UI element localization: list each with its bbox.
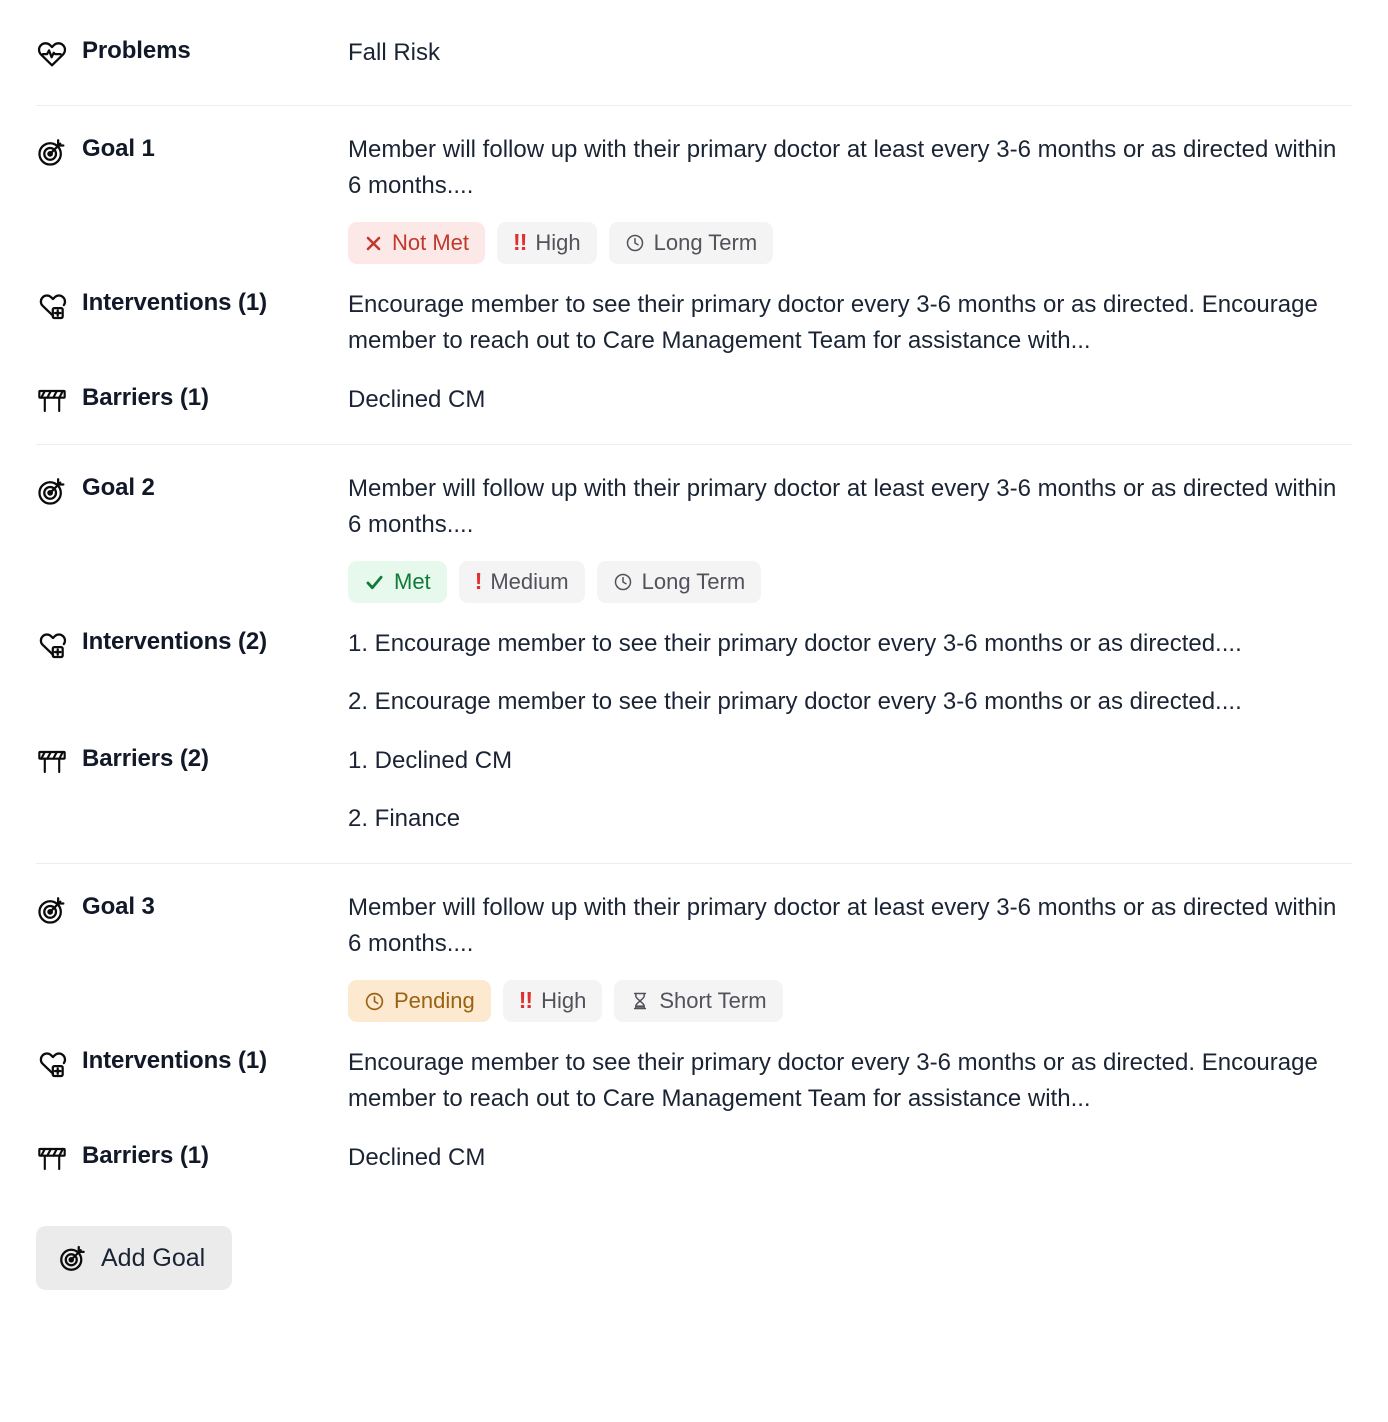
clock-icon <box>364 991 385 1012</box>
heart-pulse-icon <box>36 36 68 70</box>
goal-header-row: Goal 3 Member will follow up with their … <box>36 890 1352 1022</box>
barriers-label: Barriers (1) <box>82 384 209 411</box>
heart-plus-icon <box>36 627 68 661</box>
check-icon <box>364 572 385 593</box>
interventions-row: Interventions (2) 1. Encourage member to… <box>36 625 1352 720</box>
goal-label-group: Goal 3 <box>36 890 348 926</box>
barrier-item: 1. Declined CM <box>348 747 513 774</box>
priority-badge-label: High <box>541 988 587 1013</box>
term-badge-label: Long Term <box>653 230 758 255</box>
care-plan-panel: Problems Fall Risk Goal 1 Member will fo… <box>0 0 1388 1320</box>
barrier-item: Declined CM <box>348 1144 486 1171</box>
barriers-value: Declined CM <box>348 381 1342 418</box>
goal-badges: Pending !! High Short Term <box>348 980 1342 1022</box>
term-badge[interactable]: Long Term <box>596 561 762 603</box>
clock-icon <box>613 572 633 592</box>
barriers-label: Barriers (1) <box>82 1142 209 1169</box>
term-badge[interactable]: Long Term <box>608 222 774 264</box>
goal-label: Goal 1 <box>82 135 155 162</box>
status-badge-label: Not Met <box>392 230 470 255</box>
hourglass-icon <box>630 991 650 1011</box>
goal-label-group: Goal 2 <box>36 471 348 507</box>
barriers-label-group: Barriers (2) <box>36 742 348 778</box>
status-badge[interactable]: Met <box>348 561 447 603</box>
barriers-row: Barriers (1) Declined CM <box>36 1139 1352 1176</box>
intervention-item: Encourage member to see their primary do… <box>348 291 1318 354</box>
exclamation-icon: ! <box>474 567 483 594</box>
goal-header-row: Goal 1 Member will follow up with their … <box>36 132 1352 264</box>
priority-badge[interactable]: !! High <box>502 980 603 1022</box>
goal-label: Goal 2 <box>82 474 155 501</box>
status-badge-label: Met <box>394 569 431 594</box>
barriers-row: Barriers (2) 1. Declined CM 2. Finance <box>36 742 1352 837</box>
target-goal-icon <box>58 1243 88 1273</box>
target-goal-icon <box>36 134 68 168</box>
add-goal-label: Add Goal <box>101 1243 206 1272</box>
barricade-icon <box>36 744 68 778</box>
problems-label-group: Problems <box>36 34 348 70</box>
interventions-label: Interventions (2) <box>82 628 267 655</box>
barriers-label-group: Barriers (1) <box>36 381 348 417</box>
status-badge[interactable]: Not Met <box>348 222 486 264</box>
add-goal-button[interactable]: Add Goal <box>36 1226 233 1290</box>
goal-badges: Met ! Medium Long Term <box>348 561 1342 603</box>
goal-block: Goal 2 Member will follow up with their … <box>36 445 1352 863</box>
priority-badge[interactable]: ! Medium <box>458 561 585 603</box>
status-badge[interactable]: Pending <box>348 980 491 1022</box>
intervention-item: 1. Encourage member to see their primary… <box>348 630 1242 657</box>
heart-plus-icon <box>36 1046 68 1080</box>
interventions-row: Interventions (1) Encourage member to se… <box>36 1044 1352 1117</box>
goal-badges: Not Met !! High Long Term <box>348 222 1342 264</box>
x-icon <box>364 234 383 253</box>
term-badge-label: Long Term <box>641 569 746 594</box>
barriers-label: Barriers (2) <box>82 745 209 772</box>
double-exclamation-icon: !! <box>518 986 533 1013</box>
interventions-label-group: Interventions (2) <box>36 625 348 661</box>
interventions-value: Encourage member to see their primary do… <box>348 1044 1342 1117</box>
interventions-label-group: Interventions (1) <box>36 286 348 322</box>
goal-text: Member will follow up with their primary… <box>348 475 1337 538</box>
goal-text: Member will follow up with their primary… <box>348 136 1337 199</box>
problems-value: Fall Risk <box>348 39 441 66</box>
goal-header-row: Goal 2 Member will follow up with their … <box>36 471 1352 603</box>
term-badge-label: Short Term <box>659 988 767 1013</box>
priority-badge-label: High <box>535 230 581 255</box>
goal-block: Goal 1 Member will follow up with their … <box>36 106 1352 444</box>
barrier-item: 2. Finance <box>348 805 461 832</box>
interventions-label: Interventions (1) <box>82 289 267 316</box>
priority-badge-label: Medium <box>490 569 569 594</box>
barricade-icon <box>36 1141 68 1175</box>
clock-icon <box>625 233 645 253</box>
barricade-icon <box>36 383 68 417</box>
double-exclamation-icon: !! <box>513 228 527 255</box>
problems-label: Problems <box>82 37 191 64</box>
barrier-item: Declined CM <box>348 386 486 413</box>
goal-block: Goal 3 Member will follow up with their … <box>36 864 1352 1202</box>
problems-row: Problems Fall Risk <box>36 0 1352 105</box>
barriers-value: 1. Declined CM 2. Finance <box>348 742 1342 837</box>
intervention-item: Encourage member to see their primary do… <box>348 1049 1318 1112</box>
goal-label-group: Goal 1 <box>36 132 348 168</box>
target-goal-icon <box>36 473 68 507</box>
status-badge-label: Pending <box>394 988 475 1013</box>
interventions-label-group: Interventions (1) <box>36 1044 348 1080</box>
interventions-label: Interventions (1) <box>82 1047 267 1074</box>
heart-plus-icon <box>36 288 68 322</box>
target-goal-icon <box>36 892 68 926</box>
barriers-label-group: Barriers (1) <box>36 1139 348 1175</box>
barriers-row: Barriers (1) Declined CM <box>36 381 1352 418</box>
term-badge[interactable]: Short Term <box>614 980 783 1022</box>
care-plan-footer: Add Goal <box>36 1202 1352 1320</box>
goal-text: Member will follow up with their primary… <box>348 894 1337 957</box>
goal-content: Member will follow up with their primary… <box>348 890 1342 1022</box>
goal-content: Member will follow up with their primary… <box>348 132 1342 264</box>
intervention-item: 2. Encourage member to see their primary… <box>348 688 1242 715</box>
interventions-value: 1. Encourage member to see their primary… <box>348 625 1342 720</box>
goal-label: Goal 3 <box>82 893 155 920</box>
barriers-value: Declined CM <box>348 1139 1342 1176</box>
interventions-value: Encourage member to see their primary do… <box>348 286 1342 359</box>
priority-badge[interactable]: !! High <box>497 222 597 264</box>
interventions-row: Interventions (1) Encourage member to se… <box>36 286 1352 359</box>
goal-content: Member will follow up with their primary… <box>348 471 1342 603</box>
